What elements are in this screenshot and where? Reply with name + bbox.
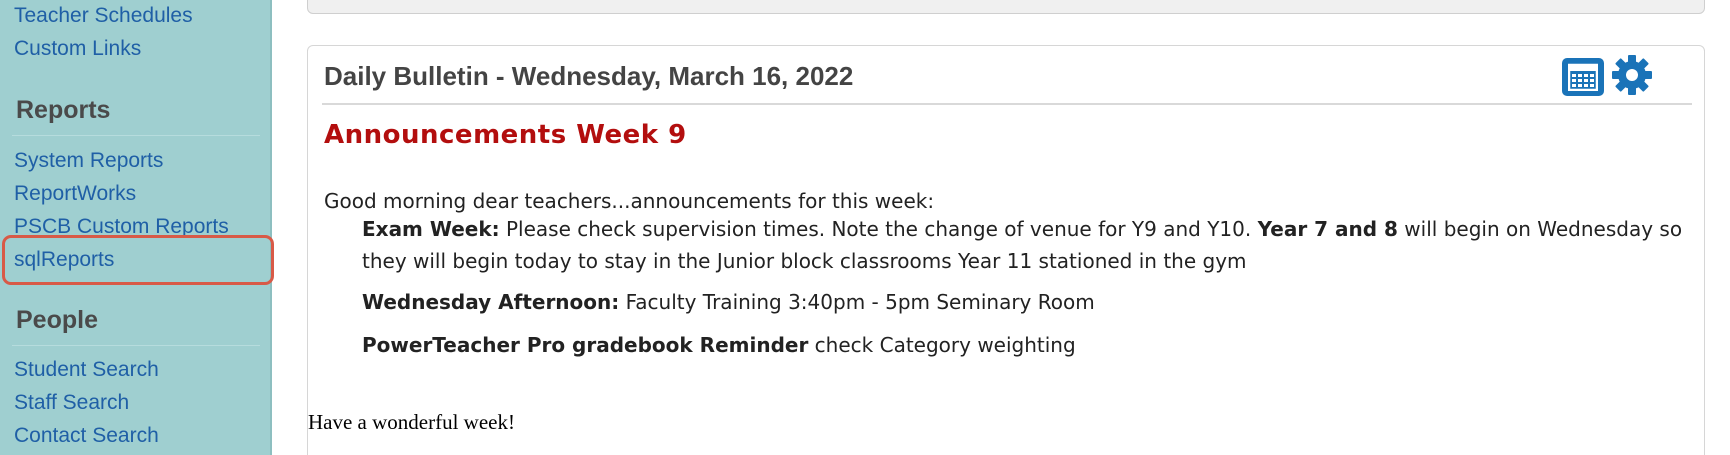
item-label: Wednesday Afternoon: — [362, 290, 620, 314]
daily-bulletin-panel: Daily Bulletin - Wednesday, March 16, 20… — [307, 45, 1705, 455]
sidebar-item-teacher-schedules[interactable]: Teacher Schedules — [14, 4, 193, 28]
section-divider — [12, 135, 260, 136]
announcement-item-gradebook-reminder: PowerTeacher Pro gradebook Reminder chec… — [362, 329, 1692, 361]
item-emphasis: Year 7 and 8 — [1257, 217, 1398, 241]
bulletin-title: Daily Bulletin - Wednesday, March 16, 20… — [324, 61, 854, 91]
intro-text: Good morning dear teachers...announcemen… — [324, 189, 935, 213]
item-text: check Category weighting — [808, 333, 1076, 357]
calendar-icon — [1568, 63, 1598, 91]
item-label: Exam Week: — [362, 217, 500, 241]
announcement-item-exam-week: Exam Week: Please check supervision time… — [362, 213, 1692, 277]
section-divider — [12, 345, 260, 346]
item-label: PowerTeacher Pro gradebook Reminder — [362, 333, 809, 357]
closing-text: Have a wonderful week! — [308, 410, 515, 434]
announcement-item-wednesday-afternoon: Wednesday Afternoon: Faculty Training 3:… — [362, 286, 1692, 318]
item-text: Faculty Training 3:40pm - 5pm Seminary R… — [619, 290, 1095, 314]
section-heading-reports: Reports — [16, 96, 111, 124]
sidebar-item-custom-links[interactable]: Custom Links — [14, 37, 141, 61]
gear-icon — [1612, 55, 1652, 95]
title-divider — [322, 103, 1692, 105]
sidebar-item-system-reports[interactable]: System Reports — [14, 149, 163, 173]
sidebar-item-student-search[interactable]: Student Search — [14, 358, 159, 382]
settings-button[interactable] — [1611, 54, 1653, 96]
sidebar-item-staff-search[interactable]: Staff Search — [14, 391, 129, 415]
sidebar-nav: Teacher Schedules Custom Links Reports S… — [0, 0, 274, 455]
sidebar-item-reportworks[interactable]: ReportWorks — [14, 182, 136, 206]
section-heading-people: People — [16, 306, 98, 334]
announcements-heading: Announcements Week 9 — [324, 120, 687, 150]
sqlreports-highlight — [2, 235, 274, 285]
calendar-button[interactable] — [1562, 58, 1604, 96]
item-text: Please check supervision times. Note the… — [499, 217, 1258, 241]
top-panel — [307, 0, 1705, 14]
sidebar-item-contact-search[interactable]: Contact Search — [14, 424, 159, 448]
